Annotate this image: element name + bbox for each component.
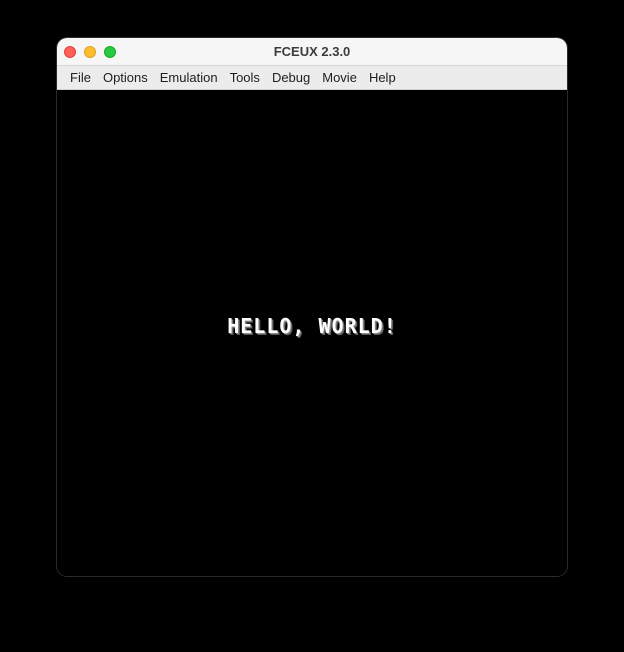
game-screen[interactable]: HELLO, WORLD! [57, 90, 567, 576]
emulator-window: FCEUX 2.3.0 File Options Emulation Tools… [57, 38, 567, 576]
menu-emulation[interactable]: Emulation [154, 68, 224, 87]
menu-help[interactable]: Help [363, 68, 402, 87]
menu-bar: File Options Emulation Tools Debug Movie… [57, 66, 567, 90]
hello-world-text: HELLO, WORLD! [227, 314, 397, 338]
menu-debug[interactable]: Debug [266, 68, 316, 87]
window-title: FCEUX 2.3.0 [273, 44, 351, 59]
menu-file[interactable]: File [64, 68, 97, 87]
title-bar[interactable]: FCEUX 2.3.0 [57, 38, 567, 66]
menu-movie[interactable]: Movie [316, 68, 363, 87]
menu-tools[interactable]: Tools [224, 68, 266, 87]
menu-options[interactable]: Options [97, 68, 154, 87]
